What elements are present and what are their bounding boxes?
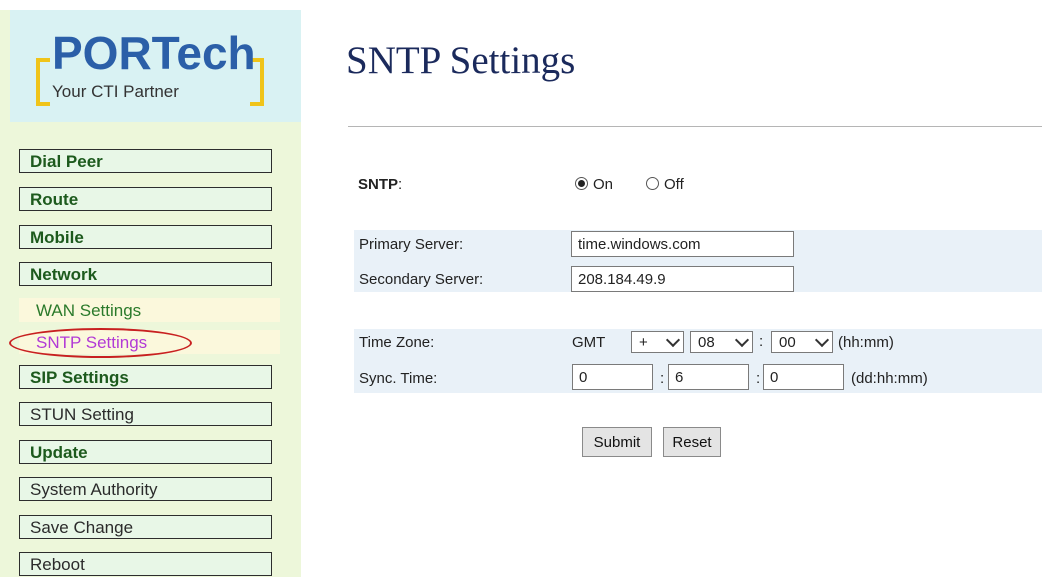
logo-bracket-left xyxy=(36,58,50,106)
portech-logo: PORTech Your CTI Partner xyxy=(36,24,271,114)
sync-time-label: Sync. Time: xyxy=(359,370,438,387)
secondary-server-label: Secondary Server: xyxy=(359,271,484,288)
sidebar-item-mobile[interactable]: Mobile xyxy=(19,225,272,249)
sidebar-item-reboot[interactable]: Reboot xyxy=(19,552,272,576)
sync-minutes-input[interactable]: 0 xyxy=(763,364,844,390)
tz-sign-value: + xyxy=(639,334,648,351)
tz-hours-value: 08 xyxy=(698,334,715,351)
sync-days-input[interactable]: 0 xyxy=(572,364,653,390)
submit-button[interactable]: Submit xyxy=(582,427,652,457)
sidebar-item-stun-setting[interactable]: STUN Setting xyxy=(19,402,272,426)
time-zone-label: Time Zone: xyxy=(359,334,435,351)
sidebar-item-dial-peer[interactable]: Dial Peer xyxy=(19,149,272,173)
sntp-on-radio[interactable] xyxy=(575,177,588,190)
tz-unit-label: (hh:mm) xyxy=(838,334,894,351)
sync-separator-1: : xyxy=(660,370,665,387)
tz-minutes-value: 00 xyxy=(779,334,796,351)
sidebar-item-wan-settings[interactable]: WAN Settings xyxy=(19,298,280,322)
sidebar-item-update[interactable]: Update xyxy=(19,440,272,464)
logo-tagline: Your CTI Partner xyxy=(52,82,179,101)
sidebar-item-save-change[interactable]: Save Change xyxy=(19,515,272,539)
tz-sign-select[interactable]: + xyxy=(631,331,684,353)
sidebar-item-network[interactable]: Network xyxy=(19,262,272,286)
primary-server-input[interactable]: time.windows.com xyxy=(571,231,794,257)
sntp-off-label[interactable]: Off xyxy=(664,176,684,193)
sidebar-item-system-authority[interactable]: System Authority xyxy=(19,477,272,501)
sntp-on-label[interactable]: On xyxy=(593,176,613,193)
sync-unit-label: (dd:hh:mm) xyxy=(851,370,928,387)
gmt-label: GMT xyxy=(572,334,606,351)
tz-minutes-select[interactable]: 00 xyxy=(771,331,833,353)
logo-area: PORTech Your CTI Partner xyxy=(10,10,301,122)
sidebar-item-route[interactable]: Route xyxy=(19,187,272,211)
sync-separator-2: : xyxy=(756,370,761,387)
sntp-label: SNTP: xyxy=(358,176,403,193)
logo-brand: PORTech xyxy=(52,27,256,79)
title-divider xyxy=(348,126,1042,127)
page-title: SNTP Settings xyxy=(346,39,576,82)
sidebar-item-sip-settings[interactable]: SIP Settings xyxy=(19,365,272,389)
chevron-down-icon xyxy=(734,332,750,348)
secondary-server-input[interactable]: 208.184.49.9 xyxy=(571,266,794,292)
chevron-down-icon xyxy=(814,332,830,348)
tz-hours-select[interactable]: 08 xyxy=(690,331,753,353)
sidebar-item-sntp-settings[interactable]: SNTP Settings xyxy=(19,330,280,354)
chevron-down-icon xyxy=(665,332,681,348)
reset-button[interactable]: Reset xyxy=(663,427,721,457)
tz-separator: : xyxy=(759,333,764,350)
primary-server-label: Primary Server: xyxy=(359,236,464,253)
sntp-off-radio[interactable] xyxy=(646,177,659,190)
sync-hours-input[interactable]: 6 xyxy=(668,364,749,390)
